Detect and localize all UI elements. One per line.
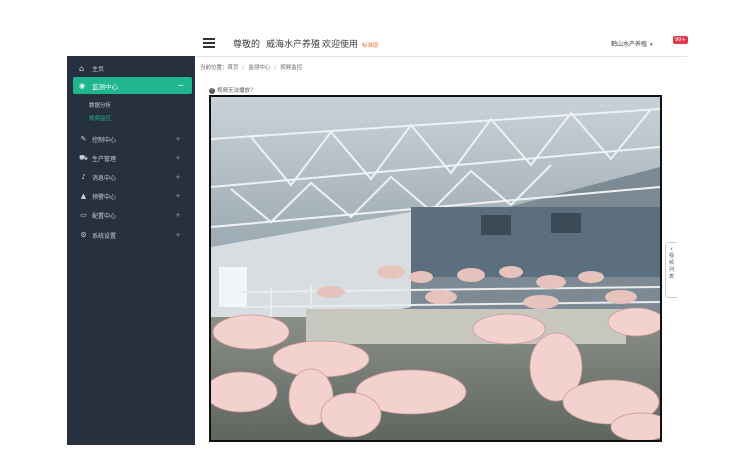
menu-toggle-icon[interactable] xyxy=(203,36,215,48)
notification-badge[interactable]: 99+ xyxy=(673,36,688,44)
expand-icon[interactable]: + xyxy=(175,135,181,143)
sidebar-item-monitor[interactable]: ◉ 监测中心 − xyxy=(73,77,192,94)
video-player[interactable] xyxy=(209,95,662,442)
bell-icon: ♪ xyxy=(81,173,86,181)
user-menu[interactable]: 鹤山水产养殖 ▾ xyxy=(611,39,653,48)
breadcrumb-prefix: 当前位置： xyxy=(200,65,228,71)
expand-icon[interactable]: + xyxy=(175,173,181,181)
sidebar-item-label: 系统设置 xyxy=(92,232,117,240)
sidebar-item-config[interactable]: ▭ 配置中心 + xyxy=(67,206,195,224)
monitor-icon: ▭ xyxy=(80,211,87,219)
sidebar: ⌂ 主页 ◉ 监测中心 − 数据分析 视频监控 ✎ 控制中心 + ⛟ 生产管理 … xyxy=(67,56,195,445)
chevron-down-icon: ▾ xyxy=(650,42,653,48)
sidebar-item-label: 主页 xyxy=(92,65,105,73)
sidebar-item-alerts[interactable]: ▲ 预警中心 + xyxy=(67,187,195,205)
sidebar-item-label: 配置中心 xyxy=(92,212,117,220)
sidebar-item-label: 监测中心 xyxy=(92,82,118,91)
collapse-icon[interactable]: − xyxy=(177,81,184,90)
video-list-char: 视 xyxy=(668,253,674,259)
expand-icon[interactable]: + xyxy=(175,154,181,162)
expand-icon[interactable]: + xyxy=(175,231,181,239)
welcome-text: 欢迎使用 xyxy=(322,40,359,50)
sidebar-subitem-video-monitor[interactable]: 视频监控 xyxy=(89,114,111,122)
sidebar-item-settings[interactable]: ⚙ 系统设置 + xyxy=(67,226,195,244)
sidebar-item-label: 预警中心 xyxy=(92,193,117,201)
breadcrumb: 当前位置：首页 / 监测中心 / 视频监控 xyxy=(200,65,303,71)
video-frame xyxy=(211,97,660,440)
welcome-banner: 尊敬的 威海水产养殖 欢迎使用 标准版 xyxy=(233,37,379,50)
video-list-char: 列 xyxy=(668,267,674,273)
greeting-text: 尊敬的 xyxy=(233,40,261,50)
sidebar-subitem-data-analysis[interactable]: 数据分析 xyxy=(89,101,111,109)
sidebar-item-home[interactable]: ⌂ 主页 xyxy=(67,59,195,77)
eye-icon: ◉ xyxy=(79,81,86,90)
help-link[interactable]: ? 视频无法播放？ xyxy=(209,86,256,94)
alert-icon: ▲ xyxy=(80,192,87,200)
sidebar-item-label: 生产管理 xyxy=(92,155,117,163)
sidebar-item-label: 控制中心 xyxy=(92,136,117,144)
company-name: 威海水产养殖 xyxy=(266,40,321,50)
expand-icon[interactable]: + xyxy=(175,211,181,219)
gear-icon: ⚙ xyxy=(80,231,87,239)
edition-tag: 标准版 xyxy=(362,43,379,49)
question-icon: ? xyxy=(209,87,215,94)
sidebar-item-messages[interactable]: ♪ 消息中心 + xyxy=(67,168,195,186)
top-header: 尊敬的 威海水产养殖 欢迎使用 标准版 鹤山水产养殖 ▾ 99+ xyxy=(195,30,688,57)
video-list-tab[interactable]: ‹ 视 频 列 表 xyxy=(665,242,677,298)
sidebar-item-control[interactable]: ✎ 控制中心 + xyxy=(67,130,195,148)
help-text: 视频无法播放？ xyxy=(217,88,256,94)
sidebar-item-production[interactable]: ⛟ 生产管理 + xyxy=(67,149,195,167)
sidebar-item-label: 消息中心 xyxy=(92,174,117,182)
user-name: 鹤山水产养殖 xyxy=(611,41,648,48)
chevron-left-icon: ‹ xyxy=(670,245,673,253)
home-icon: ⌂ xyxy=(79,63,85,73)
breadcrumb-current: 视频监控 xyxy=(280,65,303,71)
truck-icon: ⛟ xyxy=(79,153,88,162)
breadcrumb-monitor[interactable]: 监测中心 xyxy=(248,65,270,71)
wrench-icon: ✎ xyxy=(80,135,87,143)
breadcrumb-home[interactable]: 首页 xyxy=(228,65,239,71)
video-list-char: 表 xyxy=(668,274,674,280)
expand-icon[interactable]: + xyxy=(175,192,181,200)
video-list-char: 频 xyxy=(668,260,674,266)
